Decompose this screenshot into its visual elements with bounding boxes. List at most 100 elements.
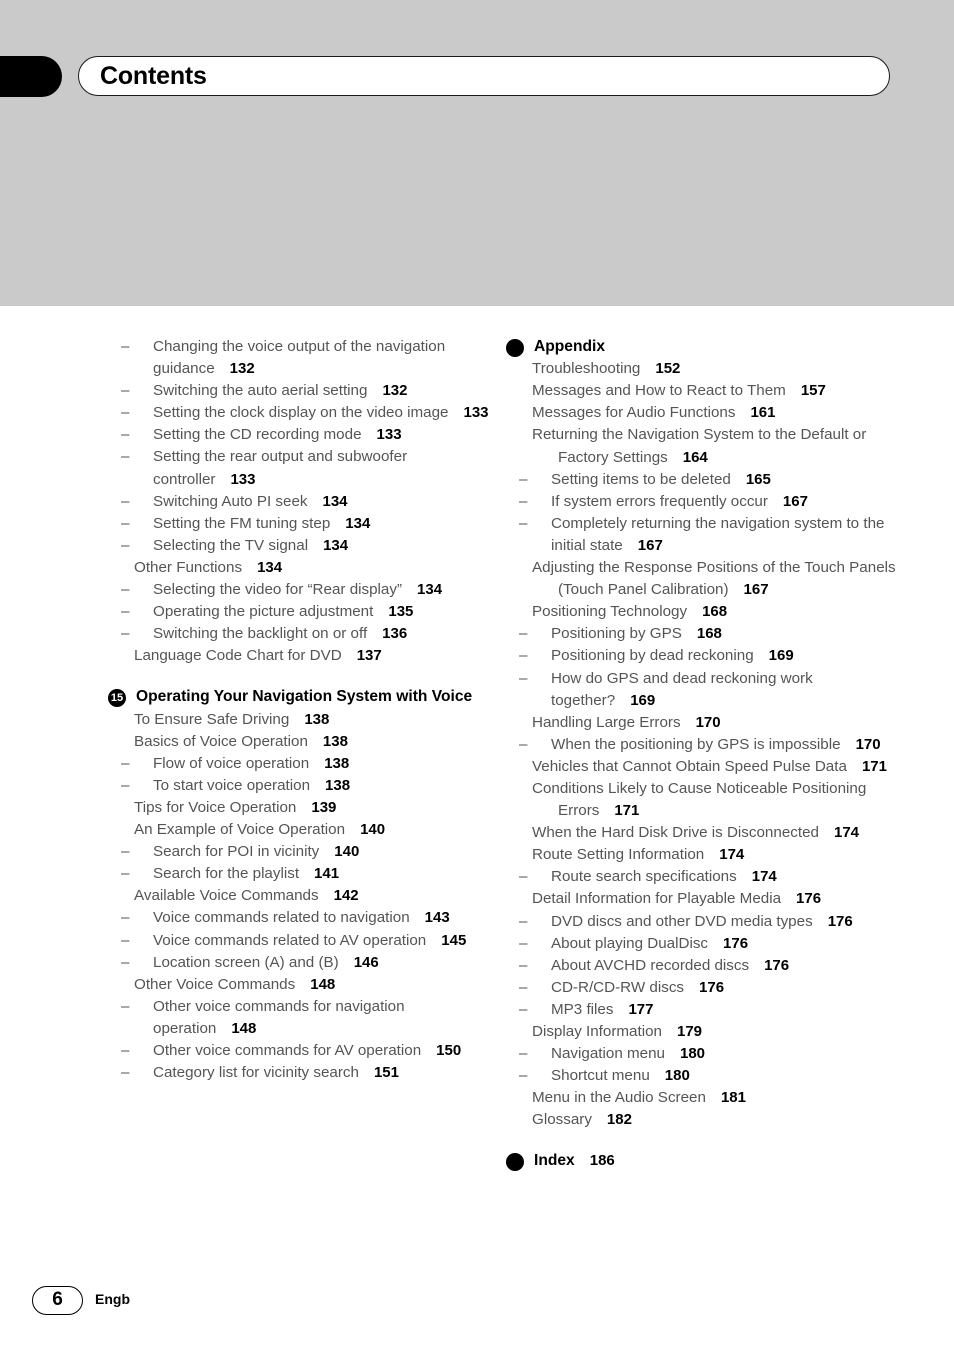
toc-page-number: 148: [310, 975, 336, 993]
toc-entry[interactable]: – To start voice operation 138: [108, 775, 508, 797]
toc-entry[interactable]: Other Voice Commands 148: [134, 974, 508, 996]
toc-entry[interactable]: Adjusting the Response Positions of the …: [532, 557, 906, 601]
toc-entry[interactable]: – Category list for vicinity search 151: [108, 1062, 508, 1084]
toc-entry[interactable]: – Completely returning the navigation sys…: [506, 513, 906, 557]
toc-entry[interactable]: – Switching the auto aerial setting 132: [108, 380, 508, 402]
toc-page-number: 148: [231, 1019, 257, 1037]
toc-entry[interactable]: When the Hard Disk Drive is Disconnected…: [532, 822, 906, 844]
toc-entry[interactable]: Vehicles that Cannot Obtain Speed Pulse …: [532, 756, 906, 778]
toc-entry-label: Setting the CD recording mode: [153, 426, 362, 444]
toc-entry[interactable]: – Selecting the video for “Rear display” 1…: [108, 579, 508, 601]
toc-page-number: 141: [314, 865, 340, 883]
toc-entry[interactable]: – CD-R/CD-RW discs 176: [506, 977, 906, 999]
toc-entry[interactable]: Available Voice Commands 142: [134, 885, 508, 907]
section-bullet-icon: [506, 1153, 524, 1172]
toc-entry-label: Route search specifications: [551, 868, 737, 886]
toc-entry[interactable]: – Search for the playlist 141: [108, 863, 508, 885]
dash-bullet-icon: –: [519, 735, 528, 753]
toc-entry[interactable]: – When the positioning by GPS is impossib…: [506, 734, 906, 756]
toc-entry[interactable]: To Ensure Safe Driving 138: [134, 709, 508, 731]
toc-entry[interactable]: – Setting the rear output and subwoofer c…: [108, 446, 508, 490]
toc-entry[interactable]: – Selecting the TV signal 134: [108, 535, 508, 557]
chapter-number-badge: 15: [108, 689, 126, 708]
toc-entry[interactable]: – Changing the voice output of the naviga…: [108, 336, 508, 380]
toc-entry[interactable]: Messages and How to React to Them 157: [532, 380, 906, 402]
toc-entry[interactable]: Tips for Voice Operation 139: [134, 797, 508, 819]
toc-page-number: 176: [699, 978, 725, 996]
toc-page-number: 174: [833, 824, 860, 842]
dash-bullet-icon: –: [121, 776, 130, 794]
toc-entry[interactable]: An Example of Voice Operation 140: [134, 819, 508, 841]
toc-chapter-heading[interactable]: Index 186: [506, 1150, 906, 1172]
toc-entry[interactable]: Other Functions 134: [134, 557, 508, 579]
toc-entry[interactable]: – Other voice commands for AV operation 15…: [108, 1040, 508, 1062]
toc-entry[interactable]: – Flow of voice operation 138: [108, 753, 508, 775]
toc-entry[interactable]: – Setting items to be deleted 165: [506, 469, 906, 491]
dash-bullet-icon: –: [121, 997, 130, 1015]
dash-bullet-icon: –: [519, 514, 528, 532]
dash-bullet-icon: –: [121, 625, 130, 643]
toc-entry[interactable]: – Shortcut menu 180: [506, 1065, 906, 1087]
toc-entry[interactable]: – Location screen (A) and (B) 146: [108, 952, 508, 974]
toc-entry[interactable]: – DVD discs and other DVD media types 176: [506, 911, 906, 933]
toc-page-number: 164: [682, 448, 708, 466]
toc-entry-label: Selecting the TV signal: [153, 536, 309, 554]
toc-entry[interactable]: – About playing DualDisc 176: [506, 933, 906, 955]
toc-entry[interactable]: Detail Information for Playable Media 176: [532, 888, 906, 910]
toc-page-number: 182: [606, 1111, 632, 1129]
dash-bullet-icon: –: [519, 868, 528, 886]
toc-entry[interactable]: – Positioning by GPS 168: [506, 623, 906, 645]
toc-entry[interactable]: Route Setting Information 174: [532, 844, 906, 866]
toc-entry[interactable]: – How do GPS and dead reckoning work toge…: [506, 668, 906, 712]
chapter-tab-marker: [0, 56, 62, 97]
dash-bullet-icon: –: [519, 1067, 528, 1085]
toc-entry[interactable]: Language Code Chart for DVD 137: [134, 645, 508, 667]
toc-entry-label: Location screen (A) and (B): [153, 953, 339, 971]
toc-entry-label: Available Voice Commands: [134, 887, 319, 905]
toc-chapter-heading[interactable]: Appendix: [506, 336, 906, 358]
toc-entry[interactable]: Handling Large Errors 170: [532, 712, 906, 734]
toc-entry[interactable]: – Route search specifications 174: [506, 866, 906, 888]
toc-entry[interactable]: – If system errors frequently occur 167: [506, 491, 906, 513]
toc-entry[interactable]: Menu in the Audio Screen 181: [532, 1087, 906, 1109]
toc-entry[interactable]: – Operating the picture adjustment 135: [108, 601, 508, 623]
toc-entry[interactable]: – Search for POI in vicinity 140: [108, 841, 508, 863]
toc-entry[interactable]: Display Information 179: [532, 1021, 906, 1043]
dash-bullet-icon: –: [121, 754, 130, 772]
dash-bullet-icon: –: [121, 338, 130, 355]
toc-entry[interactable]: – Setting the CD recording mode 133: [108, 424, 508, 446]
toc-page-number: 146: [353, 953, 379, 971]
toc-entry[interactable]: – Navigation menu 180: [506, 1043, 906, 1065]
toc-entry[interactable]: Glossary 182: [532, 1109, 906, 1131]
toc-entry[interactable]: – About AVCHD recorded discs 176: [506, 955, 906, 977]
toc-page-number: 135: [388, 603, 414, 621]
toc-entry[interactable]: – Setting the FM tuning step 134: [108, 513, 508, 535]
toc-entry[interactable]: Messages for Audio Functions 161: [532, 402, 906, 424]
toc-chapter-heading[interactable]: 15 Operating Your Navigation System with …: [108, 686, 508, 708]
toc-entry[interactable]: – MP3 files 177: [506, 999, 906, 1021]
toc-entry-label: About AVCHD recorded discs: [551, 956, 750, 974]
toc-page-number: 167: [743, 581, 769, 599]
section-bullet-icon: [506, 339, 524, 357]
toc-entry[interactable]: – Other voice commands for navigation ope…: [108, 996, 508, 1040]
page-title: Contents: [100, 62, 207, 90]
dash-bullet-icon: –: [121, 931, 130, 949]
toc-entry[interactable]: Conditions Likely to Cause Noticeable Po…: [532, 778, 906, 822]
dash-bullet-icon: –: [121, 426, 130, 444]
toc-chapter-label: Operating Your Navigation System with Vo…: [136, 688, 473, 706]
toc-entry[interactable]: Returning the Navigation System to the D…: [532, 424, 906, 468]
dash-bullet-icon: –: [121, 843, 130, 861]
toc-entry-label: Switching the auto aerial setting: [153, 382, 368, 400]
toc-entry[interactable]: – Setting the clock display on the video …: [108, 402, 508, 424]
toc-page-number: 176: [723, 934, 749, 952]
toc-entry[interactable]: – Switching Auto PI seek 134: [108, 491, 508, 513]
toc-entry[interactable]: Basics of Voice Operation 138: [134, 731, 508, 753]
toc-entry[interactable]: – Switching the backlight on or off 136: [108, 623, 508, 645]
toc-page-number: 150: [436, 1042, 462, 1060]
toc-entry[interactable]: – Voice commands related to navigation 143: [108, 907, 508, 929]
toc-entry[interactable]: – Positioning by dead reckoning 169: [506, 645, 906, 667]
toc-page-number: 134: [417, 581, 443, 599]
toc-entry[interactable]: – Voice commands related to AV operation 1…: [108, 930, 508, 952]
toc-entry[interactable]: Troubleshooting 152: [532, 358, 906, 380]
toc-entry[interactable]: Positioning Technology 168: [532, 601, 906, 623]
